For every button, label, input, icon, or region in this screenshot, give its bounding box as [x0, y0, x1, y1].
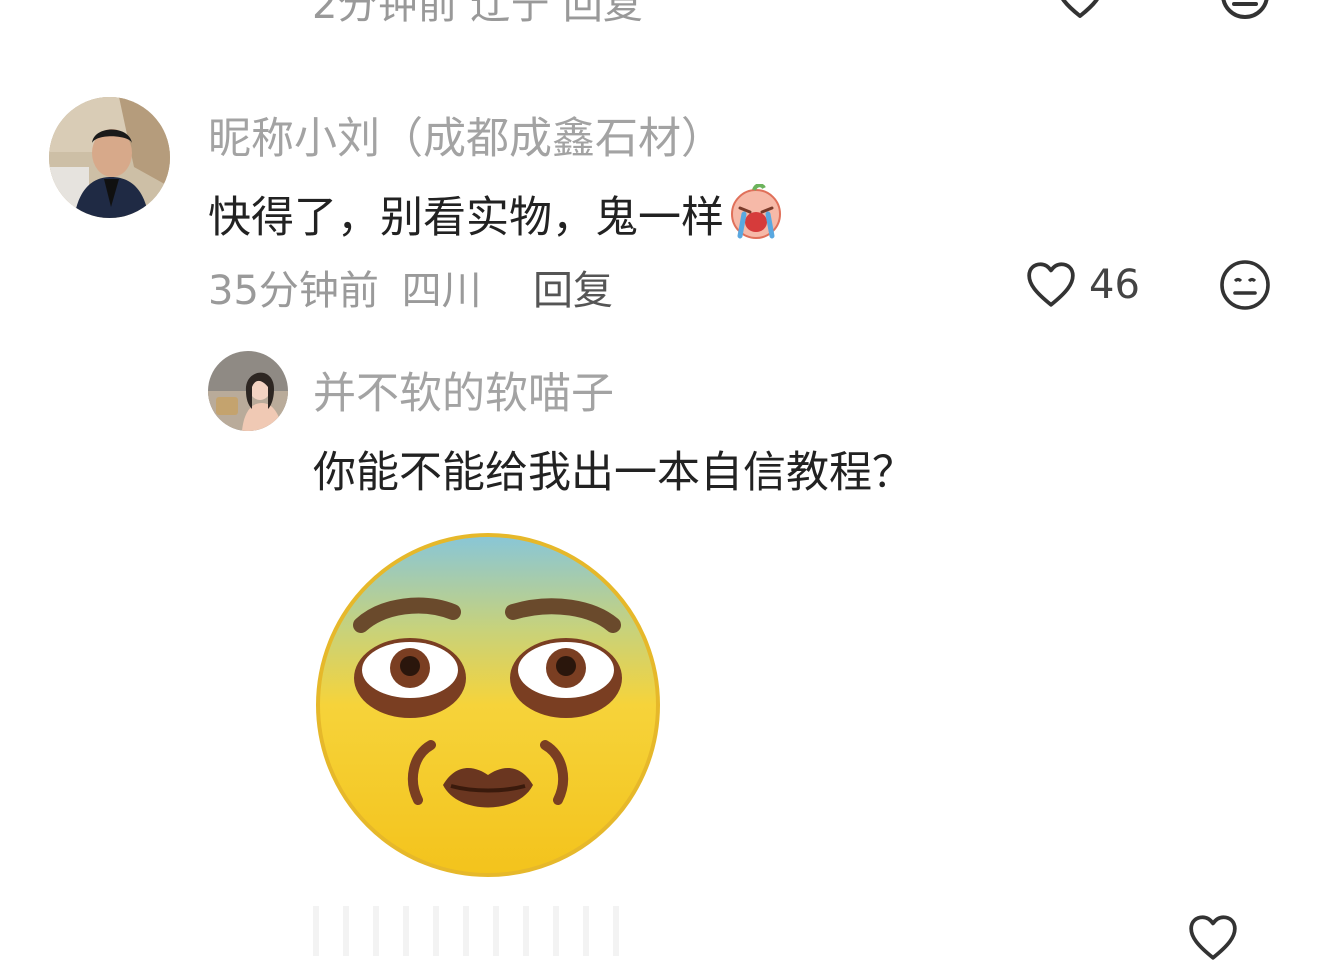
reply-button[interactable]: 回复 — [533, 258, 613, 316]
partial-like-button[interactable] — [1055, 0, 1105, 20]
avatar-woman-image — [208, 351, 288, 431]
heart-outline-icon — [1189, 915, 1237, 960]
reply-text: 你能不能给我出一本自信教程？ — [313, 448, 915, 498]
comment-username[interactable]: 昵称小刘（成都成鑫石材） — [208, 104, 724, 166]
comment-time: 35分钟前 — [208, 268, 379, 314]
partial-dislike-button[interactable] — [1220, 0, 1270, 20]
comment-location: 四川 — [401, 268, 482, 314]
avatar[interactable] — [49, 97, 170, 218]
neutral-face-icon — [1221, 0, 1269, 19]
crying-baby-emoji-icon — [731, 183, 781, 239]
dislike-button[interactable] — [1219, 259, 1271, 311]
like-button[interactable]: 46 — [1025, 258, 1140, 312]
comment-text-content: 快得了，别看实物，鬼一样 — [208, 193, 724, 243]
partial-comment-meta: 2分钟前 辽宁 回复 — [312, 0, 643, 28]
comment-meta: 35分钟前 四川 — [208, 258, 482, 316]
neutral-face-icon — [1220, 260, 1270, 310]
reply-username[interactable]: 并不软的软喵子 — [313, 359, 614, 421]
reply-like-button[interactable] — [1187, 913, 1239, 963]
sticker-bottom-edge — [313, 906, 623, 956]
worried-face-sticker-image — [313, 530, 663, 880]
avatar-man-image — [49, 97, 170, 218]
comment-text: 快得了，别看实物，鬼一样 — [208, 183, 786, 245]
reply-avatar[interactable] — [208, 351, 288, 431]
heart-outline-icon — [1061, 0, 1099, 18]
worried-face-sticker[interactable] — [313, 530, 663, 880]
heart-outline-icon — [1027, 262, 1075, 307]
like-count: 46 — [1089, 262, 1140, 308]
